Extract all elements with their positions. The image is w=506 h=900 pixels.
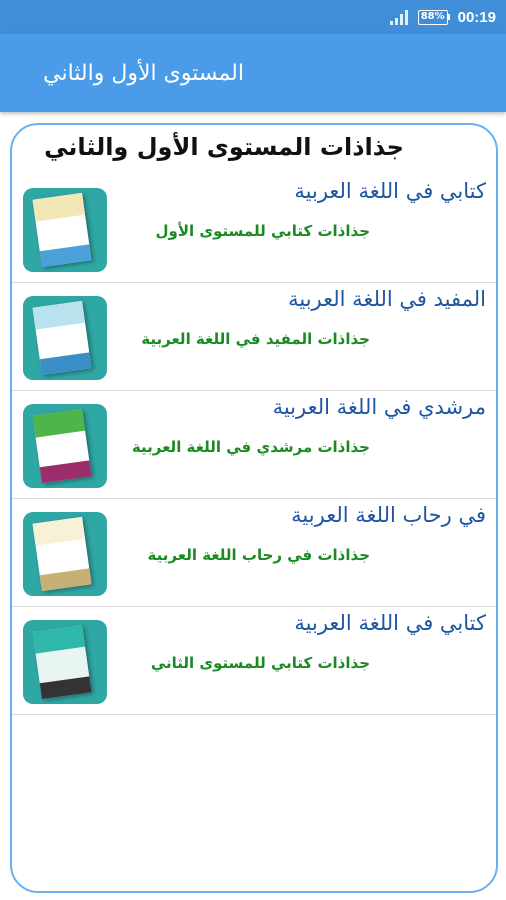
- card-heading: جذاذات المستوى الأول والثاني: [44, 133, 404, 161]
- list-item[interactable]: كتابي في اللغة العربية جذاذات كتابي للمست…: [12, 607, 496, 715]
- content-card: جذاذات المستوى الأول والثاني كتابي في ال…: [10, 123, 498, 893]
- app-title: المستوى الأول والثاني: [43, 60, 244, 86]
- list-item[interactable]: في رحاب اللغة العربية جذاذات في رحاب اللغ…: [12, 499, 496, 607]
- item-subtitle: جذاذات في رحاب اللغة العربية: [147, 546, 370, 564]
- item-subtitle: جذاذات كتابي للمستوى الأول: [155, 222, 370, 240]
- item-title: كتابي في اللغة العربية: [294, 179, 486, 203]
- book-list: كتابي في اللغة العربية جذاذات كتابي للمست…: [12, 175, 496, 715]
- item-subtitle: جذاذات المفيد في اللغة العربية: [141, 330, 370, 348]
- item-title: كتابي في اللغة العربية: [294, 611, 486, 635]
- item-title: مرشدي في اللغة العربية: [272, 395, 486, 419]
- item-title: في رحاب اللغة العربية: [291, 503, 486, 527]
- battery-icon: 88%: [417, 9, 450, 25]
- item-subtitle: جذاذات كتابي للمستوى الثاني: [150, 654, 370, 672]
- status-time: 00:19: [457, 8, 496, 26]
- app-bar: المستوى الأول والثاني: [0, 34, 506, 112]
- signal-icon: [388, 9, 408, 25]
- list-item[interactable]: مرشدي في اللغة العربية جذاذات مرشدي في ال…: [12, 391, 496, 499]
- battery-level: 88%: [420, 11, 445, 22]
- status-bar: 88% 00:19: [0, 0, 506, 34]
- list-item[interactable]: كتابي في اللغة العربية جذاذات كتابي للمست…: [12, 175, 496, 283]
- item-title: المفيد في اللغة العربية: [288, 287, 486, 311]
- list-item[interactable]: المفيد في اللغة العربية جذاذات المفيد في …: [12, 283, 496, 391]
- item-subtitle: جذاذات مرشدي في اللغة العربية: [131, 438, 370, 456]
